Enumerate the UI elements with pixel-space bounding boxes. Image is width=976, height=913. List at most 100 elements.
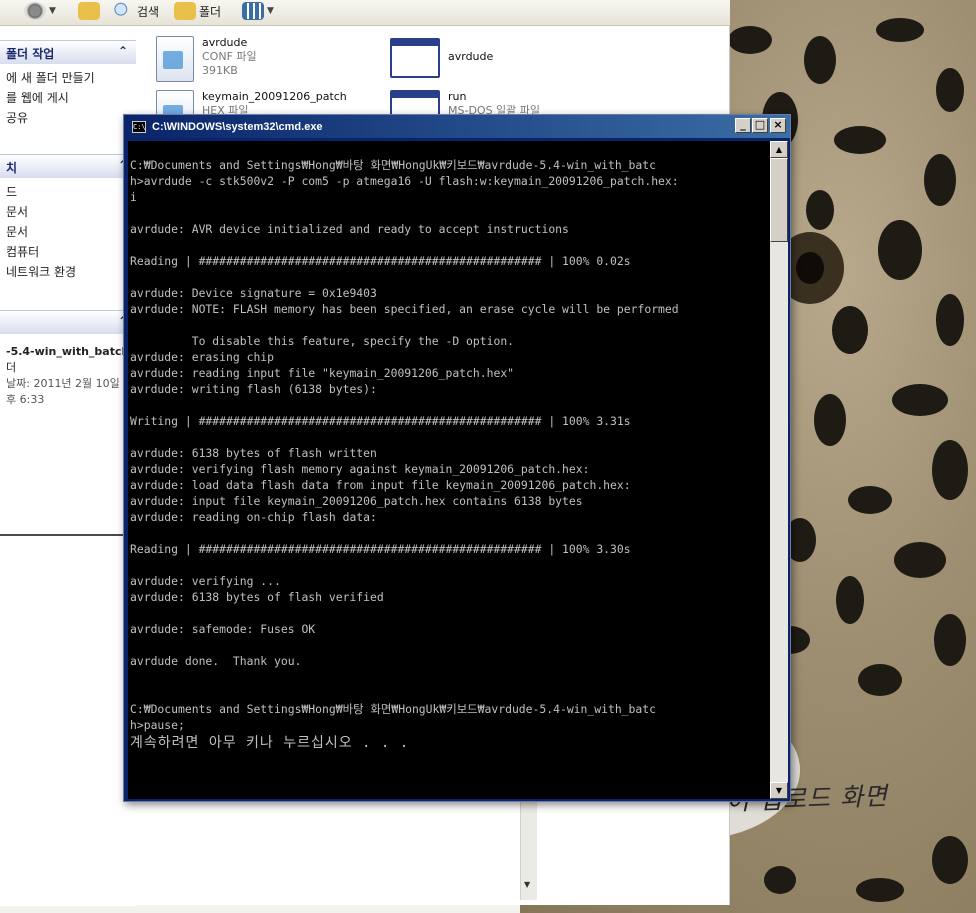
console-line: avrdude: reading on-chip flash data:	[130, 510, 377, 524]
console-text: C:₩Documents and Settings₩Hong₩바탕 화면₩Hon…	[128, 141, 770, 753]
console-line: h>pause;	[130, 718, 185, 732]
console-line: avrdude: writing flash (6138 bytes):	[130, 382, 377, 396]
task-share[interactable]: 공유	[6, 108, 136, 128]
place-item[interactable]: 문서	[6, 222, 136, 242]
file-item-avrdude-exe[interactable]: avrdude	[390, 38, 493, 78]
details-date: 날짜: 2011년 2월 10일	[6, 377, 120, 390]
other-places-list: 드 문서 문서 컴퓨터 네트워크 환경	[0, 178, 136, 282]
folder-tasks-title: 폴더 작업	[6, 47, 55, 61]
console-line: avrdude: verifying ...	[130, 574, 281, 588]
search-label: 검색	[137, 4, 160, 19]
details-time: 후 6:33	[6, 393, 45, 406]
back-button[interactable]: ▼	[24, 2, 56, 20]
console-line: avrdude: safemode: Fuses OK	[130, 622, 316, 636]
details-panel: ⌃ -5.4-win_with_batch 더 날짜: 2011년 2월 10일…	[0, 310, 136, 408]
console-line: C:₩Documents and Settings₩Hong₩바탕 화면₩Hon…	[130, 158, 656, 172]
cmd-titlebar[interactable]: C:\ C:\WINDOWS\system32\cmd.exe _ □ ×	[124, 115, 790, 138]
console-app-icon	[390, 38, 440, 78]
task-publish-web[interactable]: 를 웹에 게시	[6, 88, 136, 108]
details-header[interactable]: ⌃	[0, 310, 136, 334]
console-line: avrdude: NOTE: FLASH memory has been spe…	[130, 302, 679, 316]
cmd-window-title: C:\WINDOWS\system32\cmd.exe	[152, 120, 323, 133]
console-line: avrdude done. Thank you.	[130, 654, 302, 668]
file-size: 391KB	[202, 64, 238, 77]
console-line: Reading | ##############################…	[130, 254, 631, 268]
console-line: Reading | ##############################…	[130, 542, 631, 556]
console-line: To disable this feature, specify the -D …	[130, 334, 515, 348]
other-places-title: 치	[6, 161, 18, 175]
scrollbar-thumb[interactable]	[770, 158, 788, 242]
other-places-header[interactable]: 치 ⌃	[0, 154, 136, 178]
console-line: avrdude: verifying flash memory against …	[130, 462, 590, 476]
file-name: avrdude	[448, 50, 494, 63]
cmd-window[interactable]: C:\ C:\WINDOWS\system32\cmd.exe _ □ × C:…	[123, 114, 791, 802]
console-line: avrdude: load data flash data from input…	[130, 478, 631, 492]
folder-tasks-header[interactable]: 폴더 작업 ⌃	[0, 40, 136, 64]
console-line: avrdude: erasing chip	[130, 350, 275, 364]
console-line: avrdude: Device signature = 0x1e9403	[130, 286, 377, 300]
search-button[interactable]: 검색	[112, 2, 159, 20]
folder-tasks-list: 에 새 폴더 만들기 를 웹에 게시 공유	[0, 64, 136, 128]
console-line: avrdude: AVR device initialized and read…	[130, 222, 569, 236]
conf-file-icon	[156, 36, 194, 82]
file-name: keymain_20091206_patch	[202, 90, 347, 103]
console-line: avrdude: 6138 bytes of flash verified	[130, 590, 384, 604]
search-icon	[112, 2, 134, 20]
folder-tasks-panel: 폴더 작업 ⌃ 에 새 폴더 만들기 를 웹에 게시 공유	[0, 40, 136, 128]
maximize-button[interactable]: □	[752, 118, 768, 133]
place-item[interactable]: 네트워크 환경	[6, 262, 136, 282]
file-item-avrdude-conf[interactable]: avrdude CONF 파일 391KB	[156, 36, 257, 82]
file-name: run	[448, 90, 467, 103]
explorer-scrollbar[interactable]: ▼	[520, 800, 537, 900]
console-line: avrdude: input file keymain_20091206_pat…	[130, 494, 583, 508]
scroll-up-arrow-icon[interactable]: ▲	[770, 141, 788, 158]
folders-button[interactable]: 폴더	[174, 2, 221, 20]
details-name: -5.4-win_with_batch	[6, 345, 130, 358]
explorer-toolbar: ▼ 검색 폴더 ▼	[0, 0, 730, 26]
minimize-button[interactable]: _	[735, 118, 751, 133]
file-name: avrdude	[202, 36, 248, 49]
close-button[interactable]: ×	[770, 118, 786, 133]
views-icon	[242, 2, 264, 20]
place-item[interactable]: 컴퓨터	[6, 242, 136, 262]
console-prompt-line: 계속하려면 아무 키나 누르십시오 . . .	[130, 735, 410, 751]
console-output[interactable]: C:₩Documents and Settings₩Hong₩바탕 화면₩Hon…	[128, 141, 770, 799]
folders-label: 폴더	[199, 4, 222, 19]
dropdown-arrow-icon: ▼	[267, 6, 274, 16]
console-line: avrdude: reading input file "keymain_200…	[130, 366, 515, 380]
cmd-app-icon: C:\	[132, 120, 146, 133]
dropdown-arrow-icon: ▼	[49, 6, 56, 16]
folders-icon	[174, 2, 196, 20]
other-places-panel: 치 ⌃ 드 문서 문서 컴퓨터 네트워크 환경	[0, 154, 136, 282]
place-item[interactable]: 문서	[6, 202, 136, 222]
back-arrow-icon	[24, 2, 46, 20]
file-type: CONF 파일	[202, 50, 257, 63]
folder-up-icon	[78, 2, 100, 20]
details-type: 더	[6, 361, 17, 374]
explorer-task-pane: 폴더 작업 ⌃ 에 새 폴더 만들기 를 웹에 게시 공유 치 ⌃ 드 문서 문…	[0, 26, 136, 906]
console-line: Writing | ##############################…	[130, 414, 631, 428]
scroll-down-arrow-icon[interactable]: ▼	[524, 880, 530, 889]
cmd-vertical-scrollbar[interactable]: ▲ ▼	[770, 141, 788, 799]
views-button[interactable]: ▼	[242, 2, 274, 20]
console-line: i	[130, 190, 137, 204]
details-list: -5.4-win_with_batch 더 날짜: 2011년 2월 10일 후…	[0, 334, 136, 408]
console-line: h>avrdude -c stk500v2 -P com5 -p atmega1…	[130, 174, 679, 188]
scroll-down-arrow-icon[interactable]: ▼	[770, 782, 788, 799]
collapse-chevron-icon: ⌃	[117, 44, 128, 58]
up-folder-button[interactable]	[78, 2, 100, 20]
task-new-folder[interactable]: 에 새 폴더 만들기	[6, 68, 136, 88]
place-item[interactable]: 드	[6, 182, 136, 202]
